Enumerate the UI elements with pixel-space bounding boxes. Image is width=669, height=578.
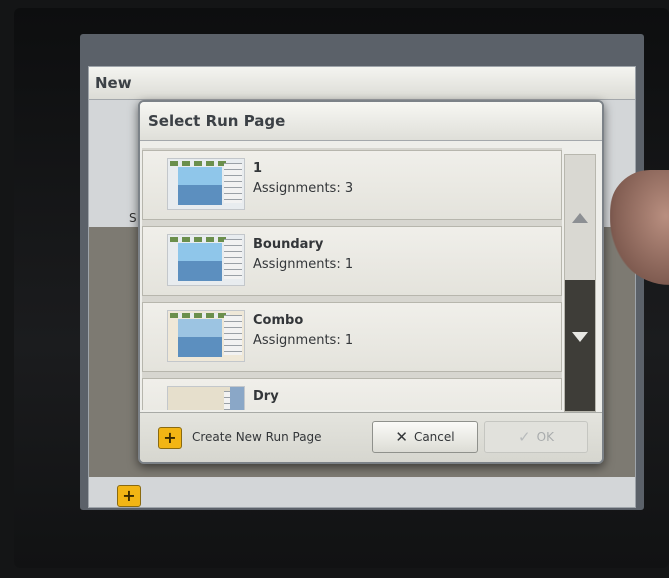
scroll-down-icon[interactable] [572, 332, 588, 342]
scrollbar-thumb[interactable] [565, 280, 595, 411]
dialog-footer: + Create New Run Page ✕ Cancel ✓ OK [140, 412, 602, 462]
run-page-list: 1 Assignments: 3 Boundary Assignments: 1… [142, 148, 562, 410]
run-page-item-boundary[interactable]: Boundary Assignments: 1 [142, 226, 562, 296]
run-page-name: Dry [253, 389, 279, 404]
plus-icon: + [158, 427, 182, 449]
run-page-thumbnail [167, 158, 245, 210]
run-page-thumbnail [167, 386, 245, 410]
run-page-assignments: Assignments: 1 [253, 333, 354, 348]
run-page-name: Boundary [253, 237, 324, 252]
cancel-button[interactable]: ✕ Cancel [372, 421, 478, 453]
run-page-assignments: Assignments: 3 [253, 181, 354, 196]
run-page-name: 1 [253, 161, 263, 176]
run-page-thumbnail [167, 310, 245, 362]
x-icon: ✕ [395, 428, 408, 446]
background-window-title: New [89, 67, 635, 100]
ok-label: OK [536, 430, 554, 444]
scroll-up-icon[interactable] [572, 213, 588, 223]
cancel-label: Cancel [413, 430, 455, 444]
run-page-item-combo[interactable]: Combo Assignments: 1 [142, 302, 562, 372]
checkmark-icon: ✓ [518, 428, 531, 446]
run-page-name: Combo [253, 313, 304, 328]
run-page-item-1[interactable]: 1 Assignments: 3 [142, 150, 562, 220]
create-new-run-page-label: Create New Run Page [192, 430, 322, 444]
background-plus-icon: + [117, 485, 141, 507]
run-page-item-dry[interactable]: Dry [142, 378, 562, 410]
select-run-page-dialog: Select Run Page 1 Assignments: 3 Boundar… [138, 100, 604, 464]
dialog-title: Select Run Page [140, 102, 602, 141]
background-text-fragment: S [129, 211, 137, 225]
list-scrollbar[interactable] [564, 154, 596, 412]
run-page-thumbnail [167, 234, 245, 286]
ok-button[interactable]: ✓ OK [484, 421, 588, 453]
run-page-assignments: Assignments: 1 [253, 257, 354, 272]
